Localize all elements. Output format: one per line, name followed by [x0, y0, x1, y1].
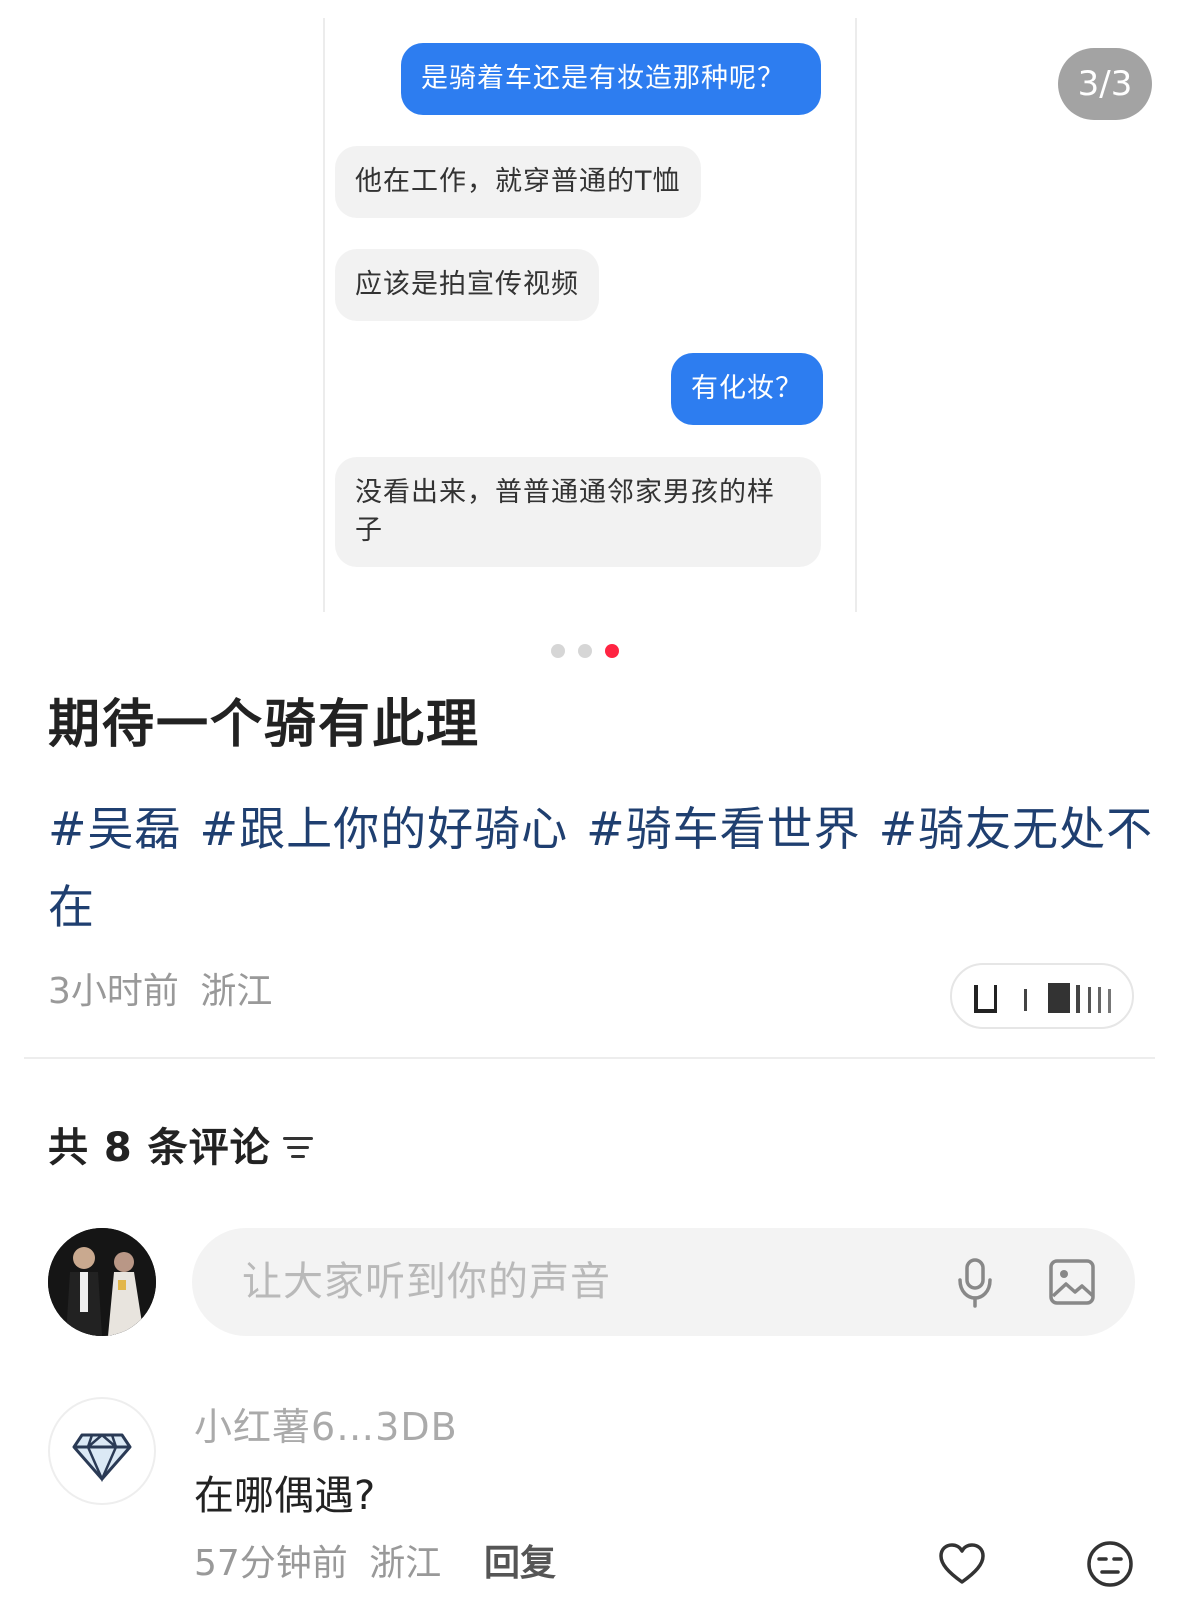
emoji-icon[interactable]	[1086, 1540, 1134, 1588]
comment-text: 在哪偶遇?	[194, 1473, 376, 1519]
barcode-icon	[974, 983, 1111, 1013]
hashtag-list: #吴磊 #跟上你的好骑心 #骑车看世界 #骑友无处不在	[48, 790, 1158, 946]
chat-bubble-received: 没看出来，普普通通邻家男孩的样子	[335, 457, 821, 567]
chat-bubble-received: 他在工作，就穿普通的T恤	[335, 146, 701, 218]
comment-avatar[interactable]	[48, 1397, 156, 1505]
post-meta: 3小时前 浙江	[48, 967, 272, 1017]
comment-count: 共 8 条评论	[48, 1125, 271, 1171]
chat-bubble-sent: 有化妆？	[671, 353, 823, 425]
chat-bubble-received: 应该是拍宣传视频	[335, 249, 599, 321]
post-time: 3小时前	[48, 971, 179, 1012]
avatar-photo	[48, 1228, 156, 1336]
image-icon[interactable]	[1048, 1258, 1096, 1306]
section-divider	[24, 1057, 1155, 1059]
chat-bubble-sent: 是骑着车还是有妆造那种呢？	[401, 43, 821, 115]
my-avatar[interactable]	[48, 1228, 156, 1336]
sort-icon[interactable]	[283, 1134, 313, 1162]
gallery-image[interactable]: 是骑着车还是有妆造那种呢？ 他在工作，就穿普通的T恤 应该是拍宣传视频 有化妆？…	[323, 18, 857, 612]
reply-button[interactable]: 回复	[484, 1537, 556, 1591]
heart-icon[interactable]	[938, 1542, 986, 1586]
post-engagement-pill[interactable]	[950, 963, 1134, 1029]
gallery-dot[interactable]	[551, 644, 565, 658]
microphone-icon[interactable]	[955, 1258, 995, 1308]
hashtag-link[interactable]: #跟上你的好骑心	[200, 802, 569, 856]
comment-time: 57分钟前	[194, 1543, 348, 1584]
comment-username[interactable]: 小红薯6…3DB	[194, 1400, 458, 1454]
comment-meta: 57分钟前 浙江	[194, 1537, 441, 1591]
comment-input-placeholder: 让大家听到你的声音	[242, 1259, 611, 1305]
post-title: 期待一个骑有此理	[48, 695, 481, 755]
hashtag-link[interactable]: #骑车看世界	[586, 802, 861, 856]
gallery-dot-active[interactable]	[605, 644, 619, 658]
gallery-dot[interactable]	[578, 644, 592, 658]
comment-location: 浙江	[369, 1543, 442, 1584]
post-location: 浙江	[200, 971, 273, 1012]
hashtag-link[interactable]: #吴磊	[48, 802, 182, 856]
diamond-icon	[72, 1433, 132, 1483]
gallery-page-counter: 3/3	[1058, 48, 1152, 120]
